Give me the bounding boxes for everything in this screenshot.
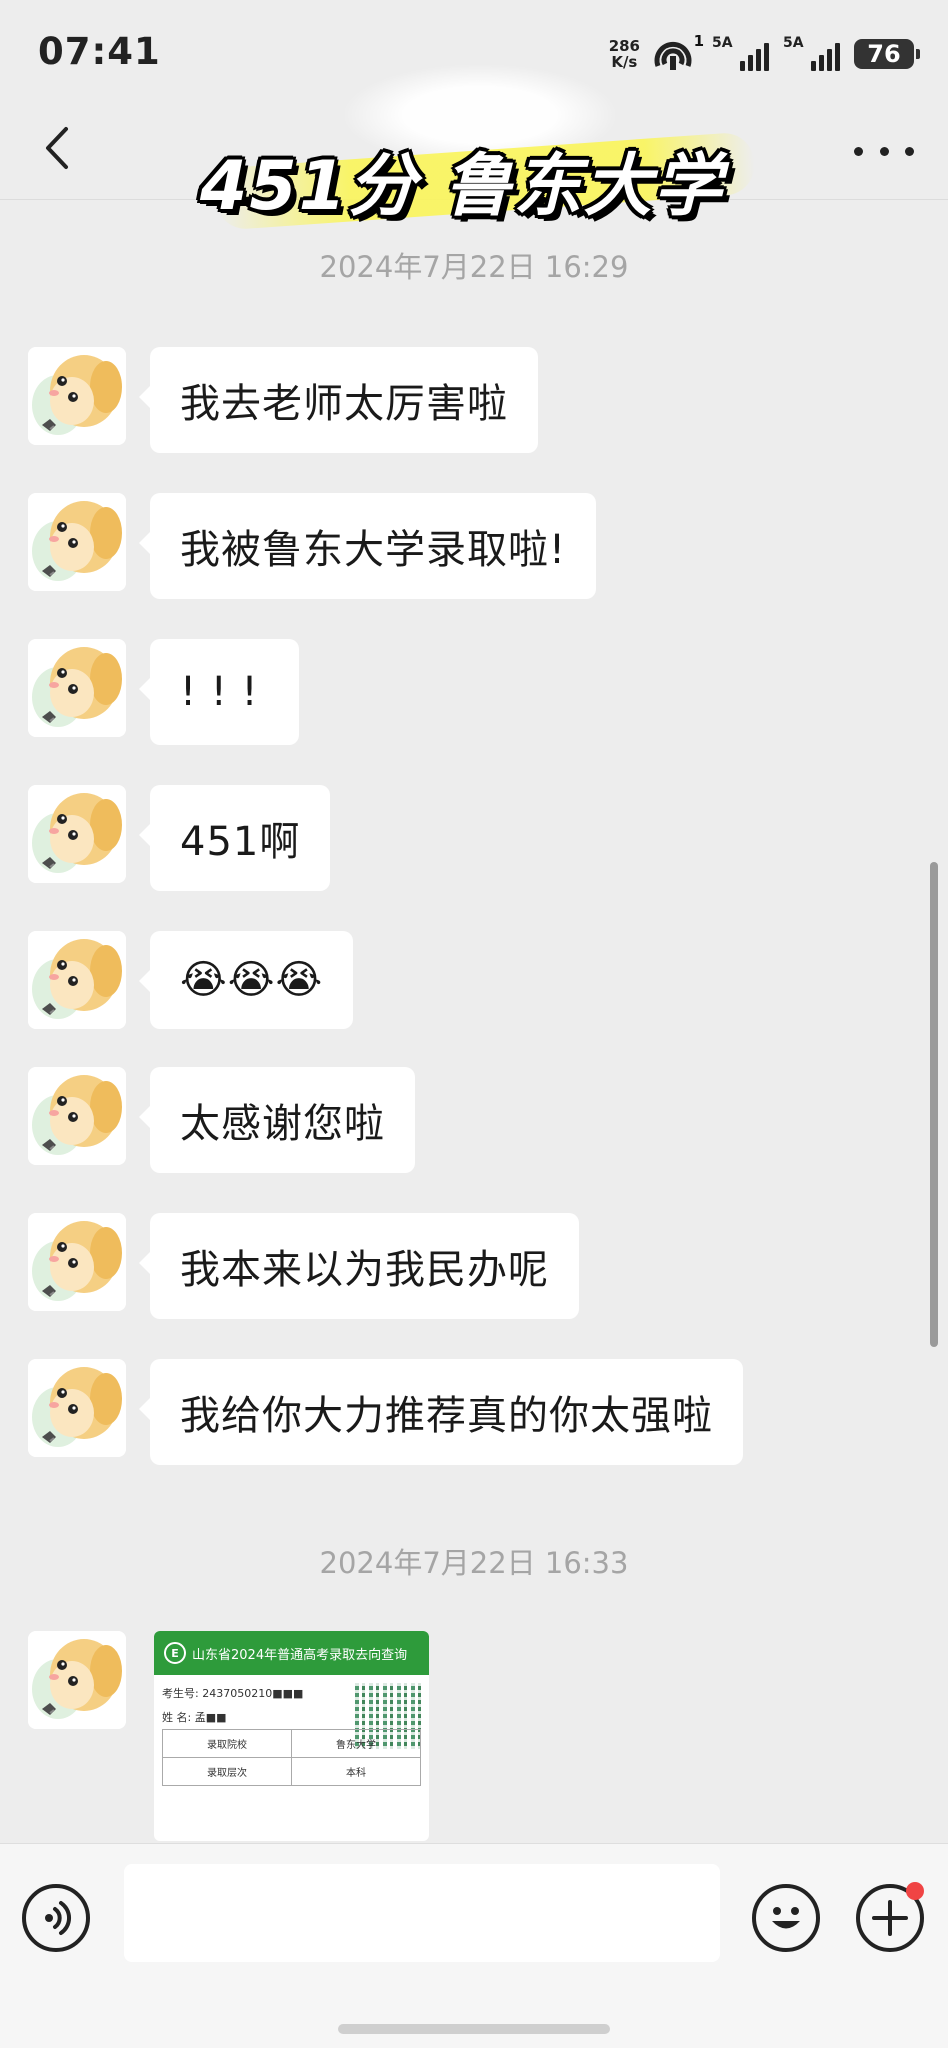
status-time: 07:41 xyxy=(38,30,161,73)
message-bubble[interactable]: 我去老师太厉害啦 xyxy=(139,347,538,453)
voice-input-button[interactable] xyxy=(22,1884,90,1952)
message-row: 451啊 xyxy=(28,785,331,891)
avatar[interactable] xyxy=(28,1631,126,1729)
image-message[interactable]: E 山东省2024年普通高考录取去向查询 考生号: 2437050210■■■ … xyxy=(154,1631,429,1841)
battery-level: 76 xyxy=(867,40,901,68)
hotspot-badge: 1 xyxy=(693,32,704,50)
cartoon-avatar-icon xyxy=(28,1631,126,1729)
table-cell-value: 鲁东大学 xyxy=(291,1729,421,1758)
image-message-title: 山东省2024年普通高考录取去向查询 xyxy=(192,1647,408,1663)
chat-scrollbar[interactable] xyxy=(930,862,938,1347)
cartoon-avatar-icon xyxy=(28,1213,126,1311)
cartoon-avatar-icon xyxy=(28,785,126,883)
avatar[interactable] xyxy=(28,1213,126,1311)
cartoon-avatar-icon xyxy=(28,1359,126,1457)
message-row: 太感谢您啦 xyxy=(28,1067,415,1173)
exam-number-label: 考生号: xyxy=(162,1687,199,1700)
avatar[interactable] xyxy=(28,1359,126,1457)
cartoon-avatar-icon xyxy=(28,347,126,445)
table-row: 录取层次 本科 xyxy=(162,1757,421,1786)
more-dot-icon xyxy=(879,146,889,156)
more-dot-icon xyxy=(905,146,914,156)
image-message-header: E 山东省2024年普通高考录取去向查询 xyxy=(154,1631,429,1675)
smiley-icon xyxy=(772,1907,800,1929)
message-row: 我去老师太厉害啦 xyxy=(28,347,538,453)
name-label: 姓 名: xyxy=(162,1711,192,1724)
message-row: 我本来以为我民办呢 xyxy=(28,1213,579,1319)
avatar[interactable] xyxy=(28,931,126,1029)
chat-timestamp: 2024年7月22日 16:33 xyxy=(319,1546,629,1580)
signal-icon-sim2: 5A xyxy=(783,35,840,71)
emoji-button[interactable] xyxy=(752,1884,820,1952)
message-bubble[interactable]: 我本来以为我民办呢 xyxy=(139,1213,579,1319)
avatar[interactable] xyxy=(28,493,126,591)
message-row: ! ! ! xyxy=(28,639,299,745)
message-row: 我给你大力推荐真的你太强啦 xyxy=(28,1359,743,1465)
cartoon-avatar-icon xyxy=(28,1067,126,1165)
cartoon-avatar-icon xyxy=(28,639,126,737)
message-bubble[interactable]: 451啊 xyxy=(138,785,331,891)
notification-dot xyxy=(906,1882,924,1900)
message-input[interactable] xyxy=(124,1864,720,1962)
sim1-label: 5A xyxy=(712,35,733,51)
message-bubble[interactable]: 太感谢您啦 xyxy=(139,1067,415,1173)
table-row: 录取院校 鲁东大学 xyxy=(162,1729,421,1758)
more-options-button[interactable] xyxy=(854,131,914,171)
chevron-left-icon xyxy=(46,127,68,169)
chat-timestamp: 2024年7月22日 16:29 xyxy=(319,250,629,284)
cartoon-avatar-icon xyxy=(28,493,126,591)
message-row: E 山东省2024年普通高考录取去向查询 考生号: 2437050210■■■ … xyxy=(28,1631,429,1841)
admission-table: 录取院校 鲁东大学 录取层次 本科 xyxy=(162,1729,421,1786)
sim2-label: 5A xyxy=(783,35,804,51)
avatar[interactable] xyxy=(28,1067,126,1165)
battery-icon: 76 xyxy=(854,39,920,69)
avatar[interactable] xyxy=(28,347,126,445)
message-bubble[interactable]: 我给你大力推荐真的你太强啦 xyxy=(139,1359,743,1465)
status-indicators: 286 K/s 1 5A 5A 76 xyxy=(608,32,920,74)
message-bubble[interactable]: 😭😭😭 xyxy=(138,931,354,1029)
message-bubble[interactable]: ! ! ! xyxy=(139,639,299,745)
avatar[interactable] xyxy=(28,639,126,737)
input-bar xyxy=(0,1843,948,2048)
more-actions-button[interactable] xyxy=(856,1882,924,1952)
table-cell-label: 录取院校 xyxy=(162,1729,292,1758)
name-value: 孟■■ xyxy=(194,1711,227,1724)
hotspot-icon: 1 xyxy=(654,32,704,72)
table-cell-value: 本科 xyxy=(291,1757,421,1786)
cartoon-avatar-icon xyxy=(28,931,126,1029)
more-dot-icon xyxy=(854,146,863,156)
network-speed-value: 286 xyxy=(608,37,640,55)
avatar[interactable] xyxy=(28,785,126,883)
message-row: 😭😭😭 xyxy=(28,931,354,1029)
message-row: 我被鲁东大学录取啦! xyxy=(28,493,597,599)
exam-number-value: 2437050210■■■ xyxy=(202,1687,304,1700)
table-cell-label: 录取层次 xyxy=(162,1757,292,1786)
voice-icon xyxy=(45,1901,71,1935)
overlay-caption: 451分 鲁东大学 xyxy=(200,147,724,226)
message-bubble[interactable]: 我被鲁东大学录取啦! xyxy=(138,493,597,599)
signal-icon-sim1: 5A xyxy=(712,35,769,71)
back-button[interactable] xyxy=(36,123,86,173)
home-indicator[interactable] xyxy=(338,2024,610,2034)
exam-logo-icon: E xyxy=(164,1642,186,1664)
